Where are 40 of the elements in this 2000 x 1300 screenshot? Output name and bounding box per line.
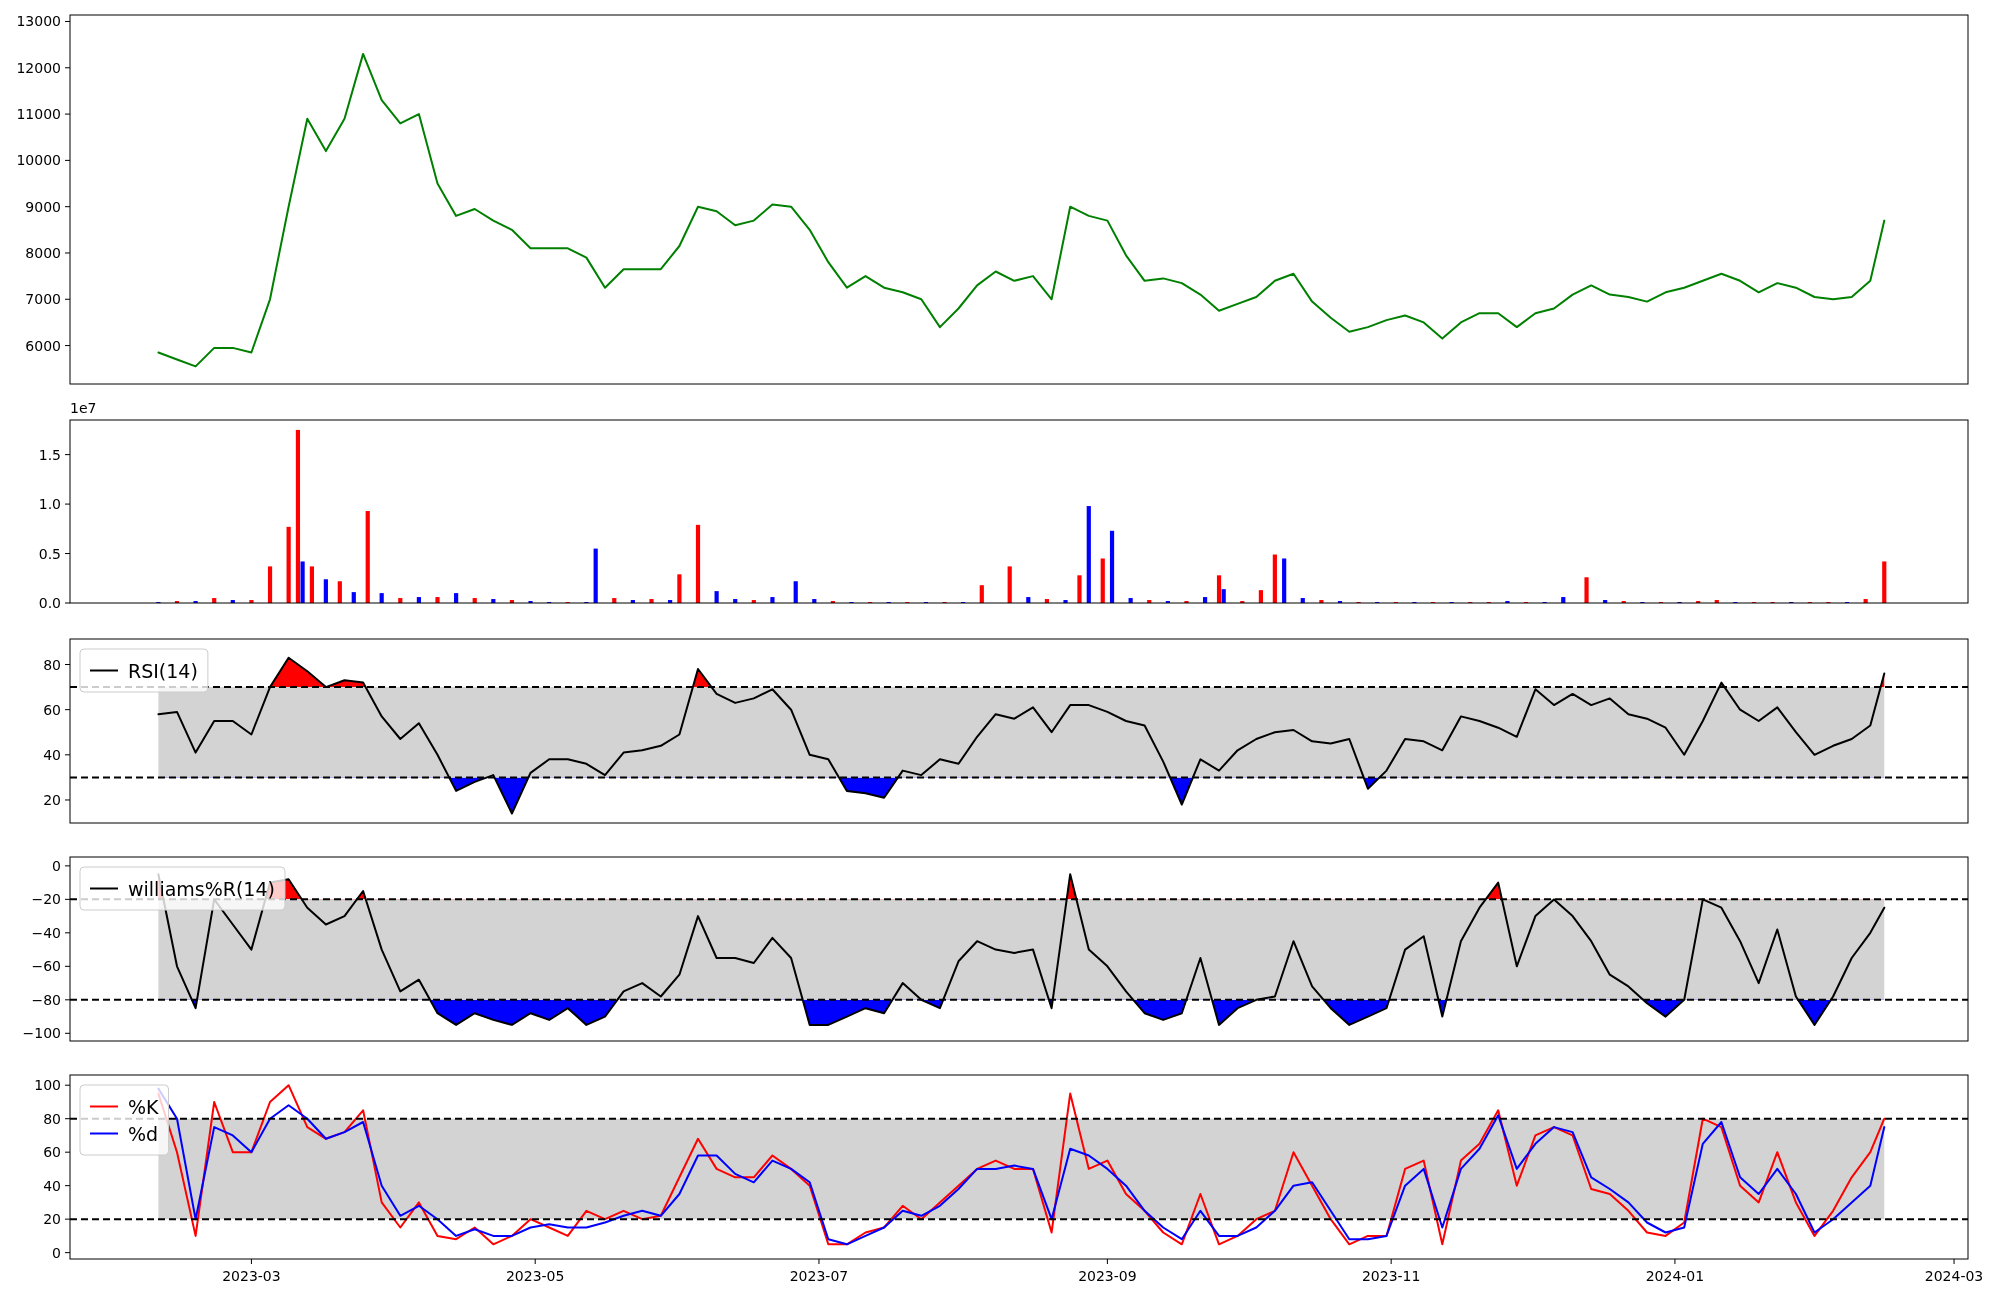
y-tick-label: 100	[34, 1077, 61, 1094]
y-tick-label: 40	[43, 746, 61, 763]
legend-label: williams%R(14)	[128, 877, 275, 900]
y-tick-label: 80	[43, 1110, 61, 1127]
y-tick-label: 6000	[25, 337, 61, 354]
legend-label: %d	[128, 1122, 159, 1145]
y-tick-label: 1.5	[38, 446, 61, 463]
legend-label: %K	[128, 1095, 159, 1118]
x-tick-label: 2024-01	[1645, 1268, 1705, 1284]
y-tick-label: 80	[43, 656, 61, 673]
y-tick-label: −40	[31, 924, 61, 941]
y-tick-label: −100	[22, 1025, 61, 1042]
x-tick-label: 2023-05	[505, 1268, 565, 1284]
y-tick-label: 12000	[16, 59, 61, 76]
y-tick-label: 60	[43, 701, 61, 718]
y-tick-label: 0	[52, 1244, 61, 1261]
y-tick-label: 60	[43, 1144, 61, 1161]
y-tick-label: 13000	[16, 13, 61, 30]
y-tick-label: 7000	[25, 291, 61, 308]
y-tick-label: 0.0	[38, 595, 61, 611]
y-tick-label: 8000	[25, 244, 61, 261]
y-tick-label: 11000	[16, 106, 61, 123]
axis-offset-label: 1e7	[70, 400, 97, 416]
y-tick-label: −60	[31, 958, 61, 975]
y-tick-label: 0	[52, 857, 61, 874]
x-tick-label: 2024-03	[1924, 1268, 1984, 1284]
x-tick-label: 2023-09	[1078, 1268, 1137, 1284]
y-tick-label: 0.5	[38, 545, 61, 562]
legend-label: RSI(14)	[128, 659, 198, 682]
y-tick-label: 10000	[16, 152, 61, 169]
y-tick-label: 1.0	[38, 496, 61, 513]
y-tick-label: 9000	[25, 198, 61, 215]
x-tick-label: 2023-07	[789, 1268, 849, 1284]
x-tick-label: 2023-11	[1361, 1268, 1421, 1284]
x-tick-label: 2023-03	[222, 1268, 281, 1284]
y-tick-label: 40	[43, 1177, 61, 1194]
y-tick-label: 20	[43, 791, 61, 808]
y-tick-label: −80	[31, 991, 61, 1008]
y-tick-label: 20	[43, 1211, 61, 1228]
y-tick-label: −20	[31, 891, 61, 908]
